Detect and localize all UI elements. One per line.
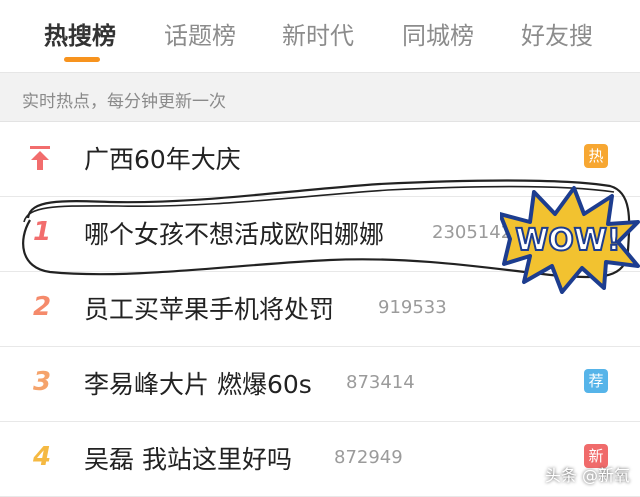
- list-subheader: 实时热点，每分钟更新一次: [0, 73, 640, 122]
- hot-topic-title[interactable]: 李易峰大片 燃爆60s: [84, 365, 312, 401]
- search-count: 872949: [334, 447, 403, 468]
- search-count: 873414: [346, 372, 415, 393]
- rank-number: 3: [32, 367, 52, 397]
- list-item[interactable]: 3 李易峰大片 燃爆60s 873414 荐: [0, 347, 640, 422]
- tab-bar: 热搜榜 话题榜 新时代 同城榜 好友搜: [0, 0, 640, 73]
- recommend-badge: 荐: [584, 369, 608, 393]
- tab-local[interactable]: 同城榜: [402, 16, 474, 51]
- wow-sticker-icon: WOW!: [500, 186, 640, 294]
- active-tab-indicator: [64, 57, 100, 62]
- search-count: 919533: [378, 297, 447, 318]
- tab-new-era[interactable]: 新时代: [282, 16, 354, 51]
- tab-friends[interactable]: 好友搜: [521, 16, 593, 51]
- tab-hot-search[interactable]: 热搜榜: [44, 16, 116, 51]
- wow-sticker-text: WOW!: [515, 223, 620, 258]
- hot-topic-title[interactable]: 吴磊 我站这里好吗: [84, 440, 292, 476]
- tab-topics[interactable]: 话题榜: [164, 16, 236, 51]
- subheader-text: 实时热点，每分钟更新一次: [22, 92, 226, 112]
- rank-number: 4: [32, 442, 52, 472]
- watermark: 头条 @新氧: [544, 466, 630, 485]
